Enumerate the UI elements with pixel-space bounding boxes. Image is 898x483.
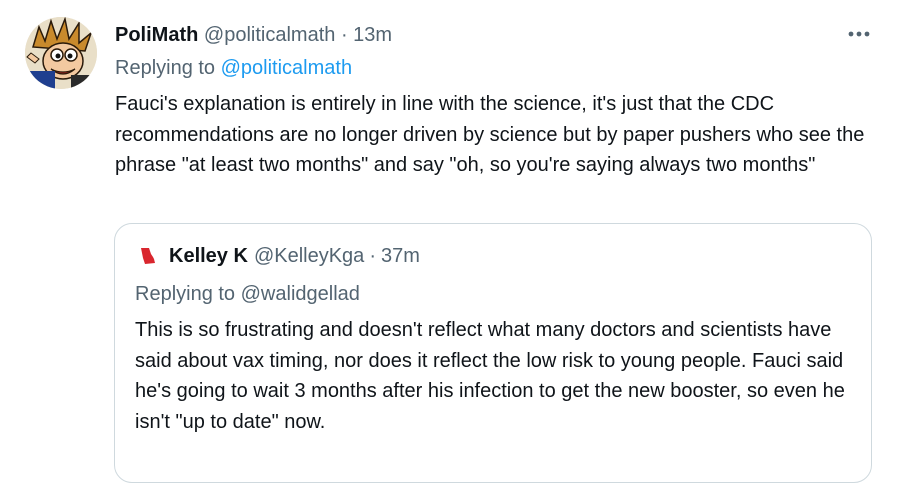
tweet-header: PoliMath @politicalmath · 13m <box>115 22 392 48</box>
cartoon-avatar-icon <box>25 17 97 89</box>
quoted-tweet-text: This is so frustrating and doesn't refle… <box>135 319 845 433</box>
avatar[interactable] <box>25 17 97 89</box>
georgia-flag-icon <box>141 248 155 264</box>
quoted-author-name[interactable]: Kelley K <box>169 243 248 269</box>
replying-to-label: Replying to <box>115 57 216 79</box>
more-horizontal-icon <box>848 31 870 37</box>
author-handle[interactable]: @politicalmath <box>204 24 335 46</box>
author-name[interactable]: PoliMath <box>115 24 198 46</box>
more-options-button[interactable] <box>843 20 875 48</box>
dot-separator: · <box>340 24 348 46</box>
tweet-timestamp[interactable]: 13m <box>353 24 392 46</box>
quoted-replying-to-handle: @walidgellad <box>240 283 360 305</box>
replying-to-handle[interactable]: @politicalmath <box>221 57 352 79</box>
quoted-replying-to: Replying to @walidgellad <box>135 281 360 307</box>
quoted-tweet-timestamp[interactable]: 37m <box>381 243 420 269</box>
quoted-author-handle[interactable]: @KelleyKga <box>254 243 364 269</box>
replying-to: Replying to @politicalmath <box>115 55 352 81</box>
quoted-replying-to-label: Replying to <box>135 283 236 305</box>
quoted-tweet-card[interactable]: Kelley K @KelleyKga · 37m Replying to @w… <box>114 223 872 483</box>
quoted-tweet-header: Kelley K @KelleyKga · 37m <box>137 243 420 269</box>
tweet-text: Fauci's explanation is entirely in line … <box>115 93 865 176</box>
quoted-dot-separator: · <box>369 245 376 267</box>
